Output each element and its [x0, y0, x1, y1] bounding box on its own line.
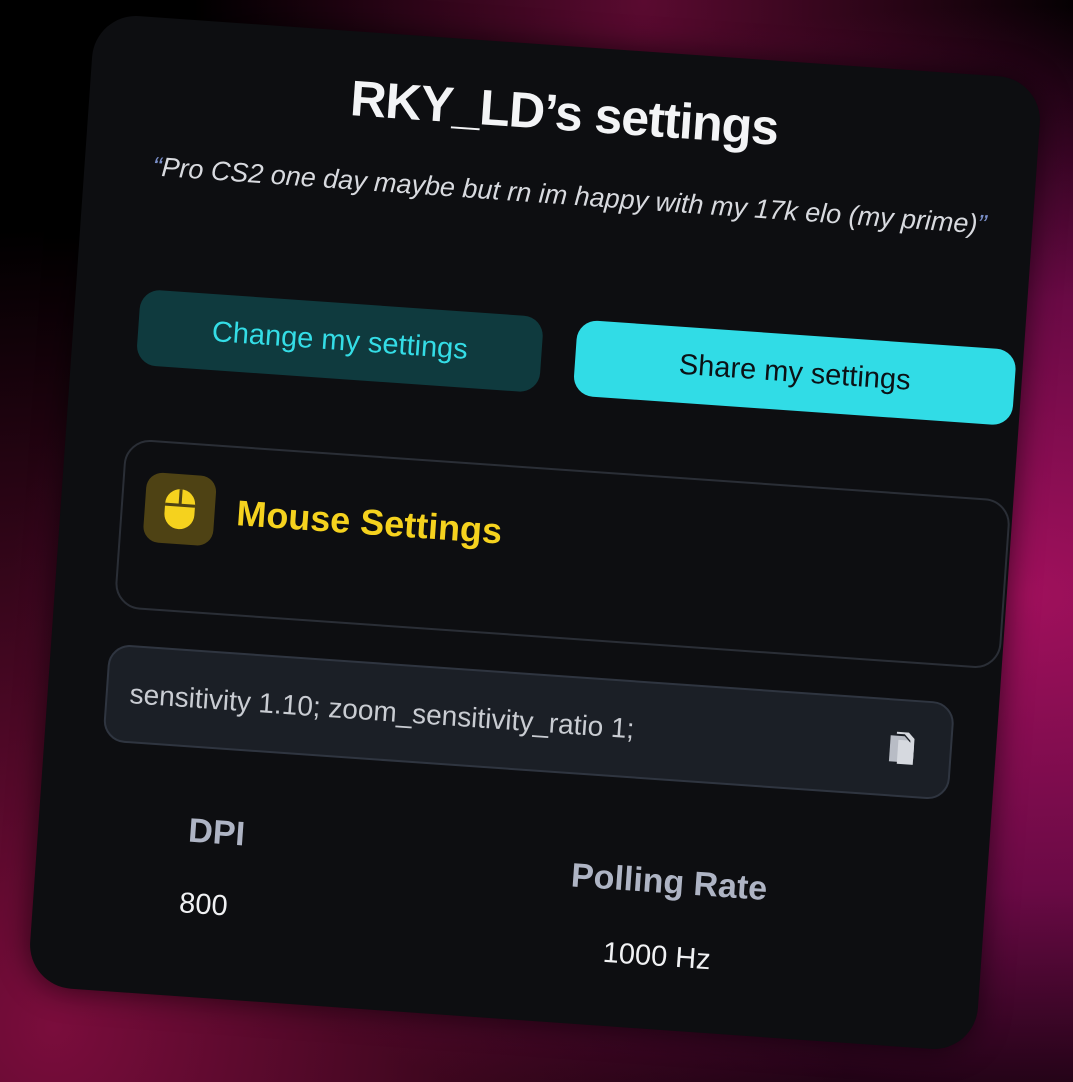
mouse-settings-title: Mouse Settings — [235, 492, 504, 552]
change-settings-button[interactable]: Change my settings — [135, 288, 545, 393]
share-settings-label: Share my settings — [677, 348, 912, 397]
dpi-value: 800 — [178, 887, 229, 923]
mouse-settings-section[interactable]: Mouse Settings — [113, 438, 1012, 670]
sensitivity-command-text[interactable]: sensitivity 1.10; zoom_sensitivity_ratio… — [129, 678, 636, 745]
change-settings-label: Change my settings — [210, 315, 469, 366]
polling-rate-label: Polling Rate — [569, 856, 769, 909]
dpi-label: DPI — [187, 811, 247, 854]
sensitivity-command-box[interactable]: sensitivity 1.10; zoom_sensitivity_ratio… — [102, 643, 956, 801]
quote-close-mark: ” — [976, 209, 988, 240]
share-settings-button[interactable]: Share my settings — [572, 319, 1017, 426]
settings-card: RKY_LD’s settings “Pro CS2 one day maybe… — [27, 13, 1043, 1052]
copy-button[interactable] — [878, 724, 927, 773]
copy-icon — [888, 731, 915, 765]
polling-rate-value: 1000 Hz — [601, 936, 712, 977]
mouse-icon — [142, 471, 218, 547]
quote-text: Pro CS2 one day maybe but rn im happy wi… — [160, 152, 979, 240]
